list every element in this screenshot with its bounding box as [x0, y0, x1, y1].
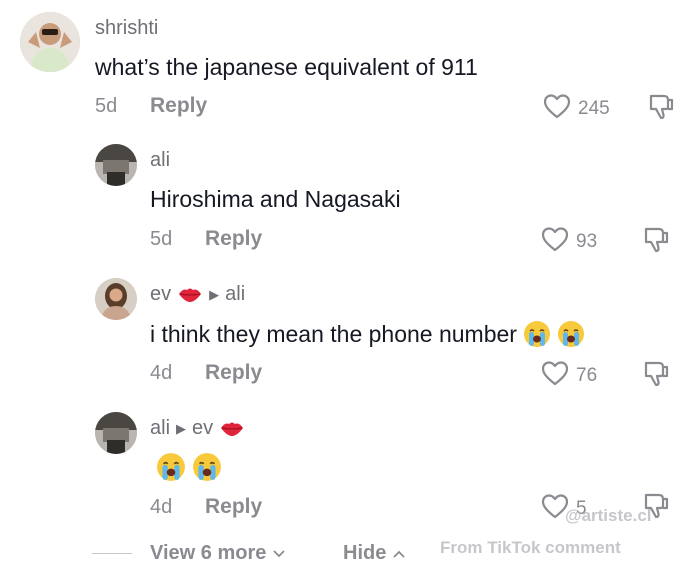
- like-count: 245: [578, 98, 610, 119]
- username-text[interactable]: shrishti: [95, 17, 158, 40]
- reply-button[interactable]: Reply: [205, 495, 262, 519]
- reply-button[interactable]: Reply: [150, 94, 207, 118]
- like-count: 93: [576, 231, 598, 252]
- username[interactable]: ali: [150, 149, 170, 172]
- divider: [92, 553, 132, 554]
- crying-face-emoji: [557, 320, 585, 348]
- comment-time: 5d: [95, 95, 118, 117]
- reply-to-username[interactable]: ali: [225, 283, 245, 306]
- crying-face-emoji: [192, 452, 222, 482]
- like-button[interactable]: 76: [540, 359, 597, 393]
- avatar-shrishti[interactable]: [20, 12, 80, 72]
- comment-text-content: i think they mean the phone number: [150, 320, 517, 347]
- thumbs-down-icon[interactable]: [640, 358, 670, 388]
- comment-text: Hiroshima and Nagasaki: [150, 186, 401, 213]
- thumbs-down-icon[interactable]: [640, 224, 670, 254]
- reply-arrow-icon: ▶: [209, 286, 220, 302]
- view-more-replies-button[interactable]: View 6 more: [150, 542, 286, 565]
- hide-replies-button[interactable]: Hide: [343, 542, 406, 565]
- chevron-up-icon: [392, 542, 406, 565]
- like-count: 76: [576, 365, 598, 386]
- chevron-down-icon: [272, 542, 286, 565]
- reply-button[interactable]: Reply: [205, 227, 262, 251]
- comment-time: 5d: [150, 228, 173, 250]
- hide-label[interactable]: Hide: [343, 542, 386, 565]
- username-text[interactable]: ali: [150, 417, 170, 440]
- crying-face-emoji: [156, 452, 186, 482]
- avatar-ali[interactable]: [95, 412, 137, 454]
- like-button[interactable]: 245: [542, 92, 610, 126]
- avatar-ev[interactable]: [95, 278, 137, 320]
- heart-outline-icon[interactable]: [542, 92, 572, 126]
- reply-to-username[interactable]: ev: [192, 417, 213, 440]
- comment-text-content: what’s the japanese equivalent of 911: [95, 54, 478, 80]
- username-row: ali ▶ ev: [150, 417, 245, 440]
- like-button[interactable]: 93: [540, 225, 597, 259]
- thumbs-down-icon[interactable]: [645, 91, 675, 121]
- comment-text-content: Hiroshima and Nagasaki: [150, 186, 401, 212]
- watermark-handle: @artiste.cl: [565, 506, 652, 525]
- comment-time: 4d: [150, 362, 173, 384]
- username[interactable]: shrishti: [95, 17, 158, 40]
- comment-text: what’s the japanese equivalent of 911: [95, 54, 478, 81]
- comment-time: 4d: [150, 496, 173, 518]
- heart-outline-icon[interactable]: [540, 359, 570, 393]
- kiss-lips-emoji: [177, 285, 203, 305]
- username-text[interactable]: ali: [150, 149, 170, 172]
- watermark-source: From TikTok comment: [440, 538, 621, 557]
- heart-outline-icon[interactable]: [540, 225, 570, 259]
- comment-thread: shrishti what’s the japanese equivalent …: [0, 0, 700, 573]
- reply-button[interactable]: Reply: [205, 361, 262, 385]
- username-text[interactable]: ev: [150, 283, 171, 306]
- comment-text: [150, 452, 222, 482]
- username-row: ev ▶ ali: [150, 283, 245, 306]
- kiss-lips-emoji: [219, 419, 245, 439]
- view-more-label[interactable]: View 6 more: [150, 542, 266, 565]
- comment-text: i think they mean the phone number: [150, 320, 585, 348]
- reply-arrow-icon: ▶: [176, 420, 187, 436]
- crying-face-emoji: [523, 320, 551, 348]
- avatar-ali[interactable]: [95, 144, 137, 186]
